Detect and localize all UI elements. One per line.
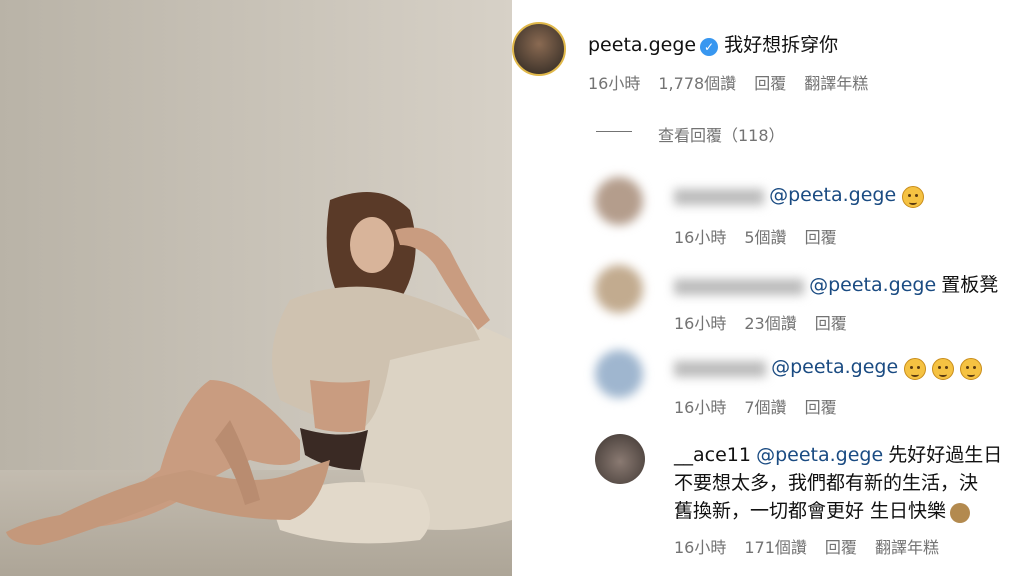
avatar[interactable]	[595, 177, 643, 225]
comment-likes[interactable]: 5個讚	[744, 228, 786, 247]
comment-text: 先好好過生日	[888, 444, 1003, 466]
comment-username[interactable]: peeta.gege	[588, 34, 696, 56]
reply-comment: __ace11 @peeta.gege 先好好過生日	[674, 440, 1002, 467]
reply-button[interactable]: 回覆	[815, 314, 847, 333]
view-replies-button[interactable]: 查看回覆（118）	[658, 122, 785, 146]
avatar[interactable]	[595, 265, 643, 313]
comment-meta: 16小時 5個讚 回覆	[674, 224, 855, 248]
avatar[interactable]	[595, 350, 643, 398]
comment-username[interactable]: __ace11	[674, 444, 751, 466]
reply-button[interactable]: 回覆	[825, 538, 857, 557]
thinking-face-emoji-icon	[960, 357, 983, 380]
translate-button[interactable]: 翻譯年糕	[875, 538, 939, 557]
thinking-face-emoji-icon	[902, 185, 925, 208]
comment-time[interactable]: 16小時	[674, 314, 726, 333]
comment-text: 我好想拆穿你	[724, 34, 839, 56]
divider-line	[596, 131, 632, 132]
cake-emoji-icon	[950, 502, 971, 523]
comment-text-line: 不要想太多，我們都有新的生活，決	[674, 472, 979, 494]
comment-time[interactable]: 16小時	[674, 398, 726, 417]
comment-text: 置板凳	[941, 274, 999, 296]
comment-likes[interactable]: 7個讚	[744, 398, 786, 417]
mention-link[interactable]: @peeta.gege	[769, 184, 896, 206]
avatar[interactable]	[595, 434, 645, 484]
comment-time[interactable]: 16小時	[588, 74, 640, 93]
main-comment: peeta.gege ✓ 我好想拆穿你	[588, 30, 838, 57]
reply-button[interactable]: 回覆	[805, 398, 837, 417]
comment-likes[interactable]: 23個讚	[744, 314, 796, 333]
comment-meta: 16小時 23個讚 回覆	[674, 310, 865, 334]
reply-comment: @peeta.gege 置板凳	[674, 270, 998, 297]
comment-time[interactable]: 16小時	[674, 538, 726, 557]
verified-badge-icon: ✓	[700, 37, 719, 56]
comments-panel: peeta.gege ✓ 我好想拆穿你 16小時 1,778個讚 回覆 翻譯年糕 查看回覆…	[512, 0, 1024, 576]
comment-likes[interactable]: 171個讚	[744, 538, 807, 557]
comment-meta: 16小時 7個讚 回覆	[674, 394, 855, 418]
translate-button[interactable]: 翻譯年糕	[804, 74, 868, 93]
post-photo-image	[0, 0, 512, 576]
blurred-username	[674, 188, 764, 205]
blurred-username	[674, 278, 804, 295]
mention-link[interactable]: @peeta.gege	[809, 274, 936, 296]
comment-likes[interactable]: 1,778個讚	[658, 74, 736, 93]
comment-time[interactable]: 16小時	[674, 228, 726, 247]
comment-meta: 16小時 171個讚 回覆 翻譯年糕	[674, 534, 957, 558]
reply-button[interactable]: 回覆	[805, 228, 837, 247]
post-photo	[0, 0, 512, 576]
avatar[interactable]	[512, 22, 566, 76]
thinking-face-emoji-icon	[932, 357, 955, 380]
reply-comment: @peeta.gege	[674, 184, 925, 208]
mention-link[interactable]: @peeta.gege	[771, 356, 898, 378]
reply-comment: @peeta.gege	[674, 356, 983, 380]
mention-link[interactable]: @peeta.gege	[756, 444, 883, 466]
blurred-username	[674, 360, 766, 377]
reply-button[interactable]: 回覆	[754, 74, 786, 93]
comment-text-line-wrapper: 舊換新，一切都會更好 生日快樂	[674, 496, 971, 523]
thinking-face-emoji-icon	[904, 357, 927, 380]
comment-text-line: 舊換新，一切都會更好 生日快樂	[674, 500, 947, 522]
comment-meta: 16小時 1,778個讚 回覆 翻譯年糕	[588, 70, 886, 94]
